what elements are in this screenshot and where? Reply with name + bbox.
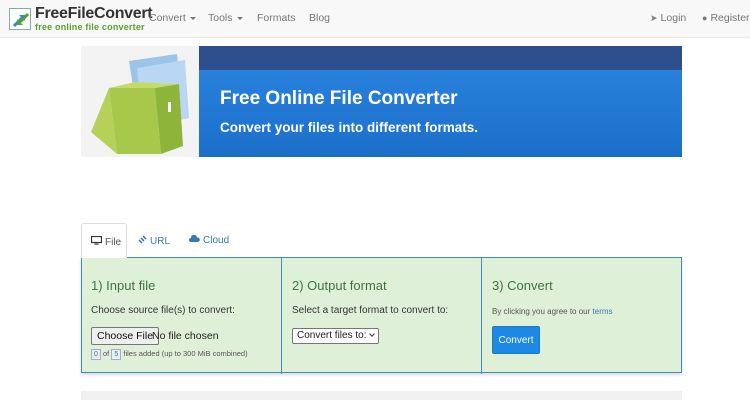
chevron-down-icon xyxy=(369,331,376,337)
conversion-panel: 1) Input file Choose source file(s) to c… xyxy=(81,257,682,374)
tab-file[interactable]: File xyxy=(81,223,127,258)
choose-file-button[interactable]: Choose File xyxy=(91,327,160,345)
input-step-instruction: Choose source file(s) to convert: xyxy=(91,305,235,316)
top-navbar: FreeFileConvert free online file convert… xyxy=(0,0,750,38)
nav-tools-menu[interactable]: Tools xyxy=(208,12,243,24)
output-format-select-value: Convert files to: xyxy=(297,330,367,341)
nav-formats-link[interactable]: Formats xyxy=(257,12,296,24)
terms-notice: By clicking you agree to our terms xyxy=(492,307,613,316)
file-box-illustration xyxy=(81,46,199,157)
output-step-heading: 2) Output format xyxy=(292,278,387,293)
counter-of: of xyxy=(103,349,110,358)
nav-blog-link[interactable]: Blog xyxy=(309,12,330,24)
sign-in-icon: ➤ xyxy=(650,13,658,23)
files-max-count: 5 xyxy=(111,349,122,360)
login-link[interactable]: ➤ Login xyxy=(650,12,686,24)
banner-title: Free Online File Converter xyxy=(220,88,458,109)
file-status: No file chosen xyxy=(152,330,219,342)
input-step-heading: 1) Input file xyxy=(91,278,156,293)
input-file-step: 1) Input file Choose source file(s) to c… xyxy=(82,258,281,374)
terms-prefix: By clicking you agree to our xyxy=(492,307,591,316)
user-icon: ● xyxy=(702,13,708,23)
site-logo[interactable]: FreeFileConvert free online file convert… xyxy=(9,4,153,34)
nav-convert-menu[interactable]: Convert xyxy=(149,12,196,24)
monitor-icon xyxy=(90,235,103,248)
banner-subtitle: Convert your files into different format… xyxy=(220,120,479,135)
output-format-select[interactable]: Convert files to: xyxy=(292,328,380,344)
nav-convert-label: Convert xyxy=(149,12,186,24)
login-label: Login xyxy=(660,12,687,24)
register-link[interactable]: ● Register xyxy=(702,12,750,24)
convert-button[interactable]: Convert xyxy=(492,326,540,354)
logo-title: FreeFileConvert xyxy=(35,5,153,22)
output-format-step: 2) Output format Select a target format … xyxy=(281,258,481,374)
files-counter: 0 of 5 files added (up to 300 MiB combin… xyxy=(91,349,248,360)
next-section-strip xyxy=(81,391,682,400)
register-label: Register xyxy=(710,12,750,24)
tab-url-label: URL xyxy=(150,236,171,247)
files-added-count: 0 xyxy=(91,349,101,360)
convert-step-heading: 3) Convert xyxy=(492,278,553,293)
caret-down-icon xyxy=(236,16,243,20)
tab-cloud-label: Cloud xyxy=(203,235,230,246)
tab-file-label: File xyxy=(105,237,122,248)
caret-down-icon xyxy=(189,16,196,20)
logo-tagline: free online file converter xyxy=(35,22,145,32)
nav-tools-label: Tools xyxy=(208,12,233,24)
terms-link[interactable]: terms xyxy=(593,307,613,316)
hero-banner: Free Online File Converter Convert your … xyxy=(81,46,682,157)
logo-arrows-icon xyxy=(9,8,31,30)
tab-cloud[interactable]: Cloud xyxy=(189,223,229,258)
counter-suffix: files added (up to 300 MiB combined) xyxy=(123,349,248,358)
tab-url[interactable]: URL xyxy=(138,223,170,258)
output-step-instruction: Select a target format to convert to: xyxy=(292,305,449,316)
cloud-icon xyxy=(189,234,200,246)
link-icon xyxy=(138,235,147,247)
convert-step: 3) Convert By clicking you agree to our … xyxy=(481,258,681,374)
